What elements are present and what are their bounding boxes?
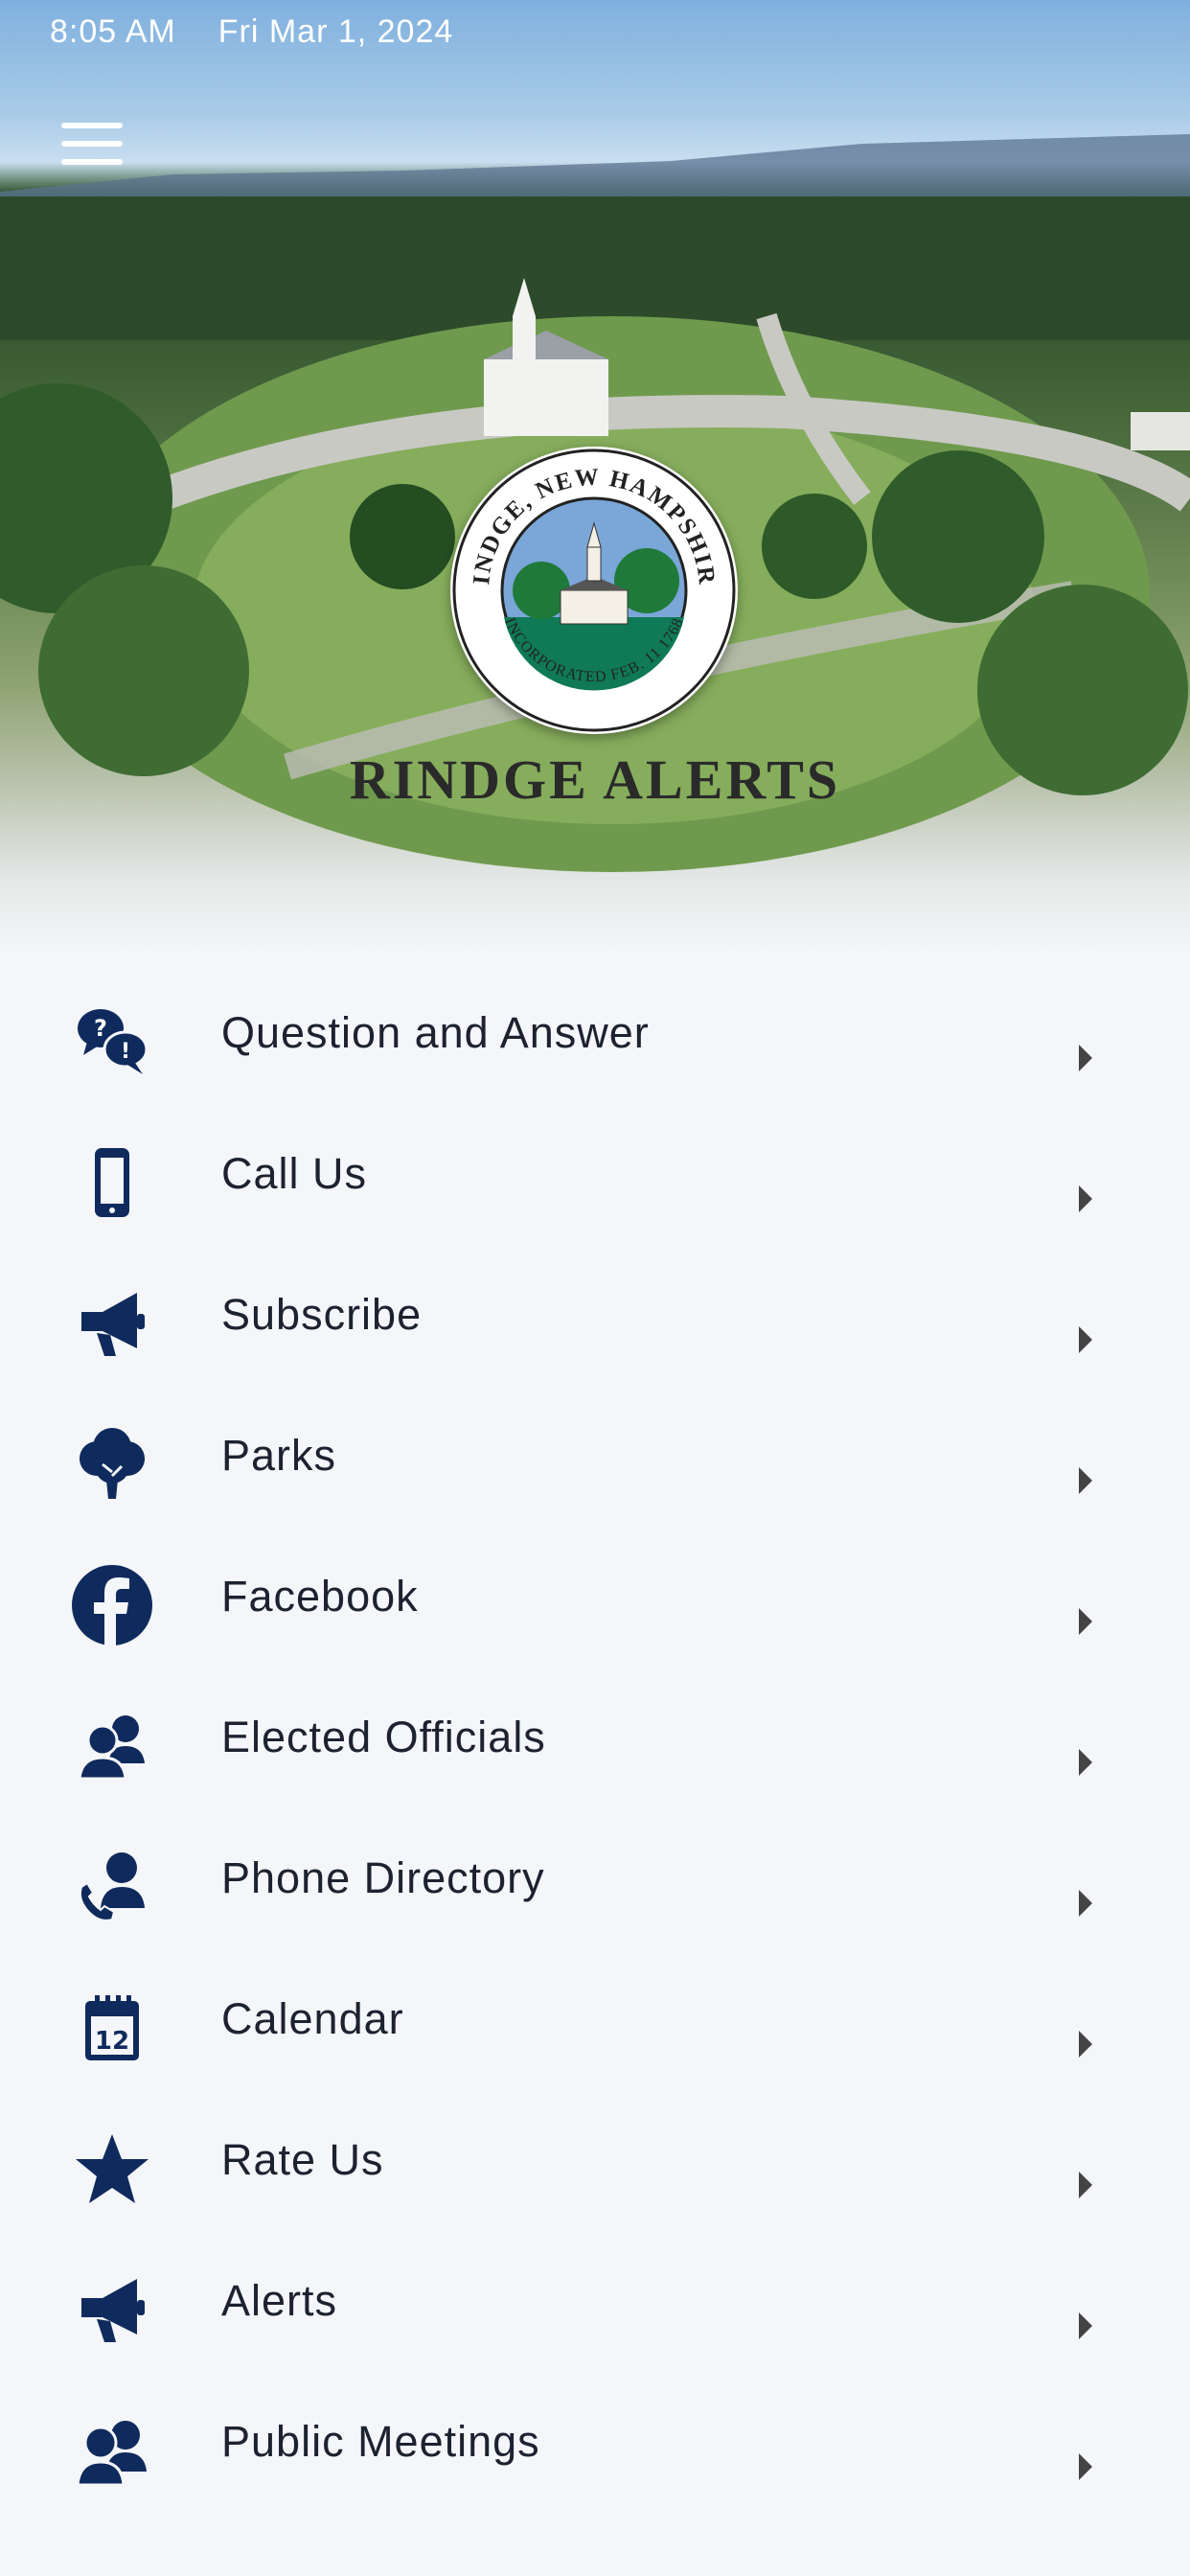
svg-text:!: ! [121,1040,130,1064]
menu-item-label: Call Us [221,1149,368,1198]
app-title: RINDGE ALERTS [349,748,841,811]
meeting-people-icon [69,2407,155,2494]
chevron-right-icon [1079,1326,1092,1353]
menu-item-label: Facebook [221,1572,419,1621]
menu-item-label: Public Meetings [221,2417,540,2466]
status-date: Fri Mar 1, 2024 [217,13,454,50]
menu-item-phone-directory[interactable]: Phone Directory [0,1804,1190,1944]
chevron-right-icon [1079,2312,1092,2339]
hamburger-menu-icon[interactable] [61,123,123,165]
status-bar: 8:05 AM Fri Mar 1, 2024 [50,13,453,51]
chevron-right-icon [1079,2172,1092,2198]
menu-item-label: Phone Directory [221,1853,545,1902]
menu-item-facebook[interactable]: Facebook [0,1522,1190,1663]
menu-item-alerts[interactable]: Alerts [0,2226,1190,2367]
chevron-right-icon [1079,1185,1092,1212]
menu-item-calendar[interactable]: 12 Calendar [0,1944,1190,2085]
menu-item-parks[interactable]: Parks [0,1381,1190,1522]
facebook-icon [69,1562,155,1648]
megaphone-icon [69,2266,155,2353]
svg-text:12: 12 [95,2027,129,2056]
menu-item-subscribe[interactable]: Subscribe [0,1240,1190,1381]
menu-item-question-and-answer[interactable]: ? ! Question and Answer [0,958,1190,1099]
phone-contact-icon [69,1844,155,1930]
header-hero: 8:05 AM Fri Mar 1, 2024 RINDGE, NEW HAMP… [0,0,1190,954]
mobile-phone-icon [69,1139,155,1226]
menu-item-label: Question and Answer [221,1008,650,1057]
menu-item-label: Subscribe [221,1290,423,1339]
chevron-right-icon [1079,1749,1092,1776]
menu-item-rate-us[interactable]: Rate Us [0,2085,1190,2226]
town-seal-logo: RINDGE, NEW HAMPSHIRE INCORPORATED FEB. … [450,447,738,734]
chevron-right-icon [1079,1045,1092,1071]
menu-item-label: Alerts [221,2276,338,2325]
calendar-icon: 12 [69,1985,155,2071]
chevron-right-icon [1079,1467,1092,1494]
menu-item-public-meetings[interactable]: Public Meetings [0,2367,1190,2508]
chevron-right-icon [1079,2453,1092,2480]
star-icon [69,2126,155,2212]
menu-item-label: Calendar [221,1994,404,2043]
chevron-right-icon [1079,1608,1092,1635]
svg-text:?: ? [94,1015,107,1042]
people-icon [69,1703,155,1789]
menu-item-label: Elected Officials [221,1713,546,1761]
menu-item-label: Rate Us [221,2135,384,2184]
question-answer-icon: ? ! [69,999,155,1085]
tree-icon [69,1421,155,1507]
megaphone-icon [69,1280,155,1367]
chevron-right-icon [1079,1890,1092,1917]
chevron-right-icon [1079,2031,1092,2058]
menu-item-label: Parks [221,1431,337,1480]
menu-item-call-us[interactable]: Call Us [0,1099,1190,1240]
menu-item-elected-officials[interactable]: Elected Officials [0,1663,1190,1804]
main-menu-list: ? ! Question and Answer Call Us Subscrib… [0,958,1190,2508]
status-time: 8:05 AM [50,13,176,50]
